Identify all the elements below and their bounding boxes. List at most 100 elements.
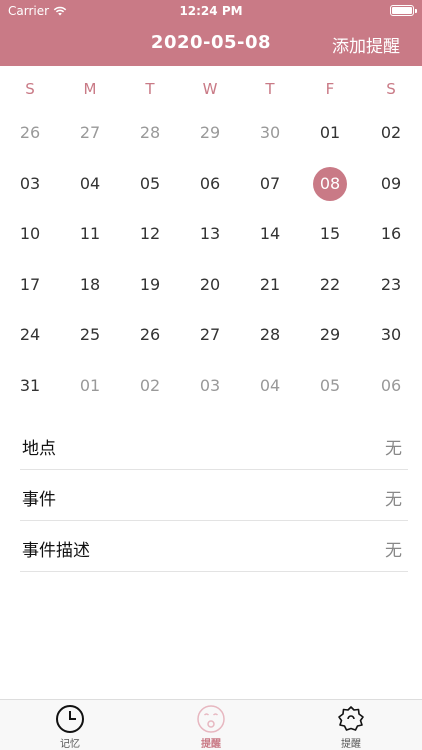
calendar-day-number: 12 [139,224,161,243]
calendar-day[interactable]: 27 [60,108,120,158]
calendar-day-number: 13 [199,224,221,243]
calendar-day-number: 11 [79,224,101,243]
calendar-day[interactable]: 30 [361,310,421,360]
calendar-day-number: 26 [139,325,161,344]
calendar-day[interactable]: 13 [180,209,240,259]
calendar-day-number: 08 [313,167,347,201]
calendar-day[interactable]: 23 [361,260,421,310]
calendar-day[interactable]: 12 [120,209,180,259]
location-label: 地点 [22,439,56,459]
calendar-day[interactable]: 15 [300,209,360,259]
calendar-day-number: 14 [259,224,281,243]
calendar-day-number: 06 [199,173,221,193]
add-reminder-button[interactable]: 添加提醒 [332,32,400,57]
calendar-day[interactable]: 06 [180,159,240,209]
calendar-day[interactable]: 09 [361,159,421,209]
calendar-day[interactable]: 04 [240,361,300,411]
weekday-wed: W [202,80,218,98]
weekday-thu: T [265,80,275,98]
calendar-day[interactable]: 28 [120,108,180,158]
detail-row-location[interactable]: 地点 无 [20,420,408,470]
calendar-day[interactable]: 16 [361,209,421,259]
calendar-day-number: 04 [79,173,101,193]
calendar-day[interactable]: 07 [240,159,300,209]
header-bar: Carrier 12:24 PM 2020-05-08 添加提醒 [0,0,422,66]
calendar-day[interactable]: 17 [0,260,60,310]
calendar-day[interactable]: 29 [180,108,240,158]
calendar-day-number: 18 [79,274,101,294]
tab-settings[interactable]: 提醒 [316,704,386,750]
calendar-day[interactable]: 03 [180,361,240,411]
calendar-day[interactable]: 31 [0,361,60,411]
tab-reminder[interactable]: 提醒 [176,704,246,750]
calendar-day[interactable]: 21 [240,260,300,310]
calendar-day[interactable]: 25 [60,310,120,360]
calendar-day[interactable]: 10 [0,209,60,259]
calendar-day-number: 09 [380,173,402,193]
calendar-day[interactable]: 05 [300,361,360,411]
calendar-day[interactable]: 14 [240,209,300,259]
calendar-day-number: 29 [199,123,221,142]
detail-row-event-description[interactable]: 事件描述 无 [20,522,408,572]
calendar-day-number: 31 [19,375,41,395]
calendar-day[interactable]: 22 [300,260,360,310]
calendar-day-number: 21 [259,274,281,294]
tab-settings-label: 提醒 [341,739,361,750]
calendar-day[interactable]: 27 [180,310,240,360]
calendar-day-number: 20 [199,274,221,294]
tab-bar: 记忆 提醒 提醒 [0,699,422,750]
calendar-day-number: 10 [19,224,41,243]
calendar-day[interactable]: 18 [60,260,120,310]
calendar-day-number: 07 [259,173,281,193]
weekday-header: S M T W T F S [0,80,422,104]
tab-memory[interactable]: 记忆 [35,704,105,750]
calendar-day-number: 02 [139,375,161,395]
calendar-day-number: 30 [380,325,402,344]
calendar-day[interactable]: 02 [120,361,180,411]
calendar-day[interactable]: 01 [300,108,360,158]
calendar-day[interactable]: 20 [180,260,240,310]
calendar-day-number: 03 [199,375,221,395]
detail-row-event[interactable]: 事件 无 [20,471,408,521]
weekday-fri: F [325,80,335,98]
calendar-day-number: 24 [19,325,41,344]
calendar-day[interactable]: 06 [361,361,421,411]
weekday-sun: S [25,80,35,98]
calendar-day-number: 25 [79,325,101,344]
calendar-day[interactable]: 28 [240,310,300,360]
calendar-day[interactable]: 19 [120,260,180,310]
calendar-day[interactable]: 04 [60,159,120,209]
calendar-day-number: 03 [19,173,41,193]
calendar-day[interactable]: 03 [0,159,60,209]
weekday-sat: S [386,80,396,98]
calendar-day[interactable]: 05 [120,159,180,209]
event-description-label: 事件描述 [22,541,90,561]
calendar-day-number: 27 [199,325,221,344]
calendar-day[interactable]: 29 [300,310,360,360]
calendar-day-number: 27 [79,123,101,142]
calendar-day[interactable]: 02 [361,108,421,158]
event-label: 事件 [22,490,56,510]
clock-icon [56,705,84,733]
calendar-day[interactable]: 26 [120,310,180,360]
weekday-mon: M [83,80,97,98]
calendar-day-number: 15 [319,224,341,243]
calendar-day-number: 29 [319,325,341,344]
tab-memory-label: 记忆 [60,739,80,750]
calendar-day[interactable]: 26 [0,108,60,158]
calendar-day[interactable]: 30 [240,108,300,158]
calendar-day-number: 30 [259,123,281,142]
calendar-day[interactable]: 11 [60,209,120,259]
calendar-day-number: 19 [139,274,161,294]
calendar-day[interactable]: 01 [60,361,120,411]
location-value: 无 [385,439,402,459]
calendar-day-number: 23 [380,274,402,294]
calendar-day-number: 16 [380,224,402,243]
tab-reminder-label: 提醒 [201,739,221,750]
calendar-day-number: 28 [259,325,281,344]
weekday-tue: T [145,80,155,98]
calendar-day-selected[interactable]: 08 [300,159,360,209]
battery-icon [390,5,417,16]
calendar-day[interactable]: 24 [0,310,60,360]
calendar-day-number: 02 [380,123,402,142]
